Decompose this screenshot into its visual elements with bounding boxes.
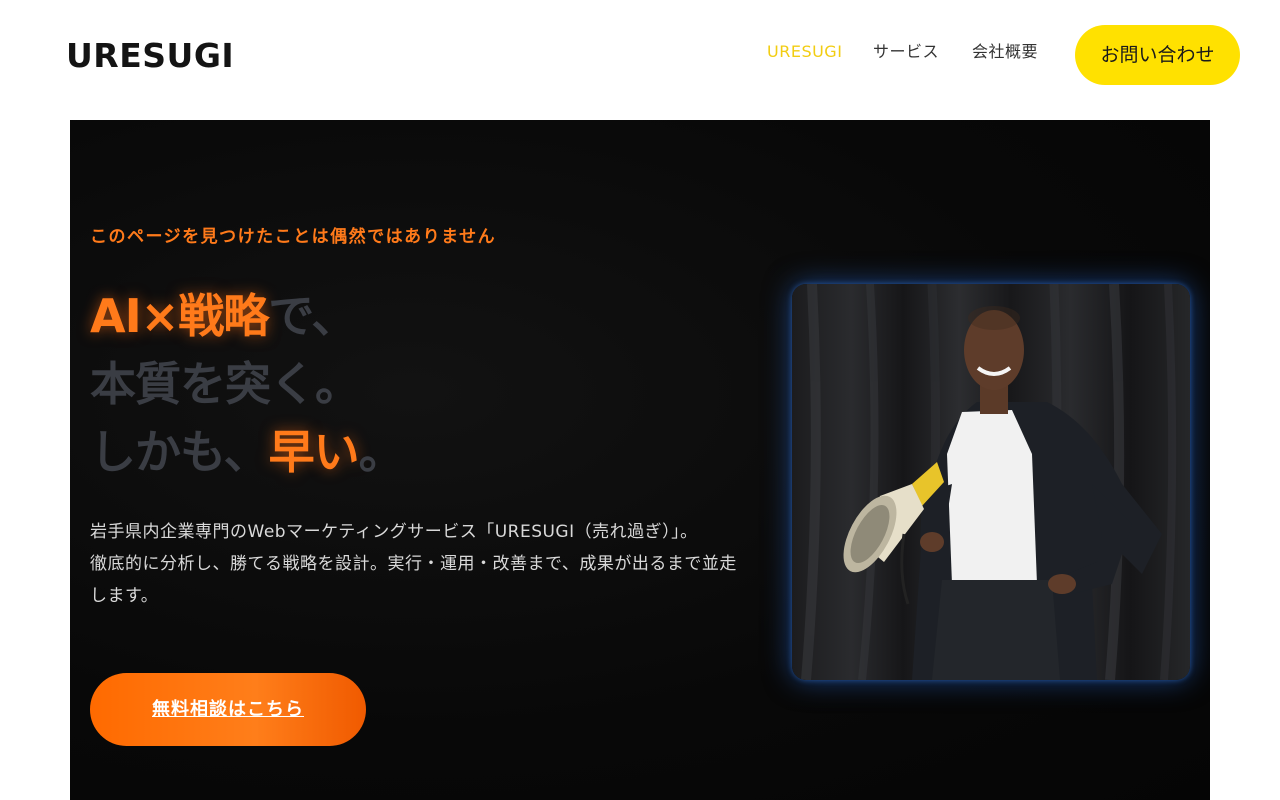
hero-description: 岩手県内企業専門のWebマーケティングサービス「URESUGI（売れ過ぎ）」。 …: [90, 516, 740, 612]
headline-accent-fast: 早い: [268, 425, 360, 479]
headline-line-1: AI×戦略で、: [90, 282, 404, 350]
site-header: URESUGI URESUGI サービス 会社概要 お問い合わせ: [0, 0, 1280, 110]
nav-link-uresugi[interactable]: URESUGI: [767, 40, 842, 64]
nav-link-service[interactable]: サービス: [873, 40, 939, 64]
free-consultation-button[interactable]: 無料相談はこちら: [90, 673, 366, 746]
hero-headline: AI×戦略で、 本質を突く。 しかも、早い。: [90, 282, 405, 486]
headline-line-1-rest: で、: [268, 289, 357, 343]
man-with-megaphone-illustration: [801, 284, 1177, 680]
hero-eyebrow: このページを見つけたことは偶然ではありません: [90, 227, 497, 247]
nav-link-company[interactable]: 会社概要: [972, 40, 1038, 64]
headline-line-3-start: しかも、: [90, 425, 270, 479]
headline-accent-ai-strategy: AI×戦略: [90, 289, 269, 343]
headline-line-2: 本質を突く。: [90, 357, 361, 411]
description-line-2: 徹底的に分析し、勝てる戦略を設計。実行・運用・改善まで、成果が出るまで並走します…: [90, 554, 737, 606]
hero-photo: [792, 284, 1190, 680]
hero-section: このページを見つけたことは偶然ではありません AI×戦略で、 本質を突く。 しか…: [70, 120, 1210, 800]
headline-line-3: しかも、早い。: [90, 418, 405, 486]
contact-button[interactable]: お問い合わせ: [1075, 25, 1240, 85]
description-line-1: 岩手県内企業専門のWebマーケティングサービス「URESUGI（売れ過ぎ）」。: [90, 522, 698, 542]
site-logo[interactable]: URESUGI: [66, 34, 234, 78]
headline-line-3-end: 。: [358, 425, 405, 479]
